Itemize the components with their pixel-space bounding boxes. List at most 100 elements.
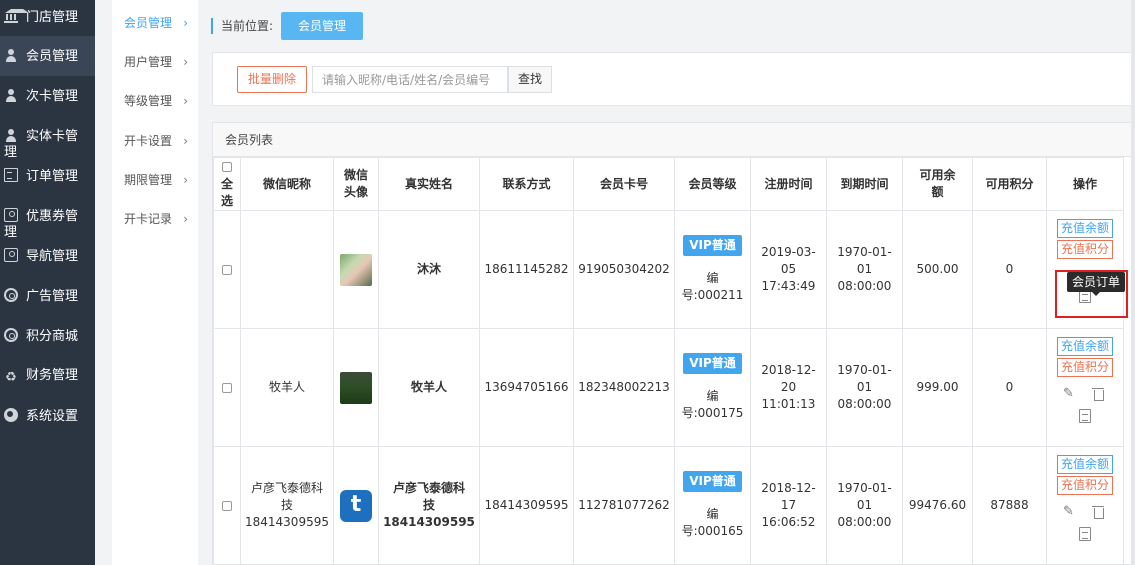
expire-time-part: 01 (856, 380, 873, 394)
cell-points: 87888 (972, 446, 1047, 565)
user-icon (4, 88, 18, 102)
ticket-icon (4, 208, 18, 222)
row-checkbox[interactable] (222, 382, 232, 393)
expire-time-part: 1970-01- (837, 363, 892, 377)
search-input[interactable] (312, 66, 508, 93)
cell-nickname: 牧羊人 (240, 328, 334, 447)
select-all-header[interactable]: 全 选 (213, 157, 241, 211)
expire-time-part: 01 (856, 498, 873, 512)
sidebar-item-label: 会员管理 (26, 49, 79, 64)
expire-time-part: 08:00:00 (837, 279, 892, 293)
member-code-label: 编 (706, 271, 719, 285)
header-expire-time: 到期时间 (826, 157, 903, 211)
document-icon (4, 168, 18, 182)
subnav-item-label: 期限管理 (124, 173, 173, 187)
cell-phone: 13694705166 (479, 328, 574, 447)
subnav-item-card-settings[interactable]: 开卡设置 › (112, 134, 198, 148)
sidebar-item-label: 系统设置 (26, 409, 79, 424)
subnav-item-term-management[interactable]: 期限管理 › (112, 173, 198, 187)
sidebar-item-label: 门店管理 (26, 10, 79, 25)
header-avatar: 微信 头像 (333, 157, 379, 211)
header-label: 微信 (343, 168, 368, 182)
sidebar-item-coupons[interactable]: 优惠券管 理 (0, 208, 95, 241)
recharge-balance-button[interactable]: 充值余额 (1057, 337, 1113, 356)
recharge-points-button[interactable]: 充值积分 (1057, 476, 1113, 495)
member-code-label: 编 (706, 507, 719, 521)
breadcrumb-current[interactable]: 会员管理 (281, 12, 363, 40)
search-panel: 批量删除 查找 (212, 52, 1135, 106)
row-checkbox[interactable] (222, 500, 232, 511)
cell-points: 0 (972, 328, 1047, 447)
edit-icon[interactable] (1063, 503, 1079, 520)
subnav-item-member-management[interactable]: 会员管理 › (112, 16, 198, 30)
gear-icon (4, 408, 18, 422)
recharge-points-button[interactable]: 充值积分 (1057, 358, 1113, 377)
cell-avatar (333, 210, 379, 329)
subnav-item-card-records[interactable]: 开卡记录 › (112, 212, 198, 226)
search-button[interactable]: 查找 (508, 66, 552, 93)
sidebar-item-settings[interactable]: 系统设置 (0, 408, 95, 425)
delete-icon[interactable] (1091, 386, 1107, 402)
member-orders-icon[interactable] (1079, 409, 1091, 423)
reg-time-part: 17 (780, 498, 797, 512)
sidebar-item-label: 导航管理 (26, 249, 79, 264)
header-label: 选 (220, 193, 233, 208)
delete-icon[interactable] (1091, 504, 1107, 520)
header-actions: 操作 (1046, 157, 1124, 211)
sidebar-item-label: 实体卡管 (26, 129, 79, 144)
chevron-right-icon: › (183, 94, 188, 108)
cell-actions: 充值余额 充值积分 (1046, 328, 1124, 447)
sidebar-item-members[interactable]: 会员管理 (0, 36, 95, 76)
table-header-row: 全 选 微信昵称 微信 头像 真实姓名 联系方式 会员卡号 会员等级 注册时间 到… (213, 157, 1124, 211)
cell-level: VIP普通 编 号:000165 (674, 446, 751, 565)
header-card-no: 会员卡号 (573, 157, 675, 211)
bank-icon (4, 9, 29, 23)
recharge-points-button[interactable]: 充值积分 (1057, 240, 1113, 259)
sidebar-item-physical-cards[interactable]: 实体卡管 理 (0, 128, 95, 161)
sidebar-item-label-wrap: 理 (4, 225, 18, 240)
select-all-checkbox[interactable] (222, 162, 232, 172)
cell-reg-time: 2018-12- 17 16:06:52 (750, 446, 827, 565)
member-orders-icon[interactable] (1079, 527, 1091, 541)
sub-navigation: 会员管理 › 用户管理 › 等级管理 › 开卡设置 › 期限管理 › 开卡记录 … (112, 0, 198, 565)
header-reg-time: 注册时间 (750, 157, 827, 211)
cell-points: 0 (972, 210, 1047, 329)
subnav-item-level-management[interactable]: 等级管理 › (112, 94, 198, 108)
header-label: 可用余 (919, 168, 956, 182)
vip-badge: VIP普通 (683, 235, 742, 256)
header-points: 可用积分 (972, 157, 1047, 211)
recharge-balance-button[interactable]: 充值余额 (1057, 455, 1113, 474)
sidebar-item-count-cards[interactable]: 次卡管理 (0, 88, 95, 105)
cell-card-no: 182348002213 (573, 328, 675, 447)
nickname-text: 牧羊人 (268, 380, 305, 394)
cell-card-no: 919050304202 (573, 210, 675, 329)
edit-icon[interactable] (1063, 385, 1079, 402)
scrollbar-track[interactable] (1131, 0, 1135, 565)
sidebar-item-orders[interactable]: 订单管理 (0, 168, 95, 185)
sidebar-item-ads[interactable]: 广告管理 (0, 288, 95, 305)
subnav-item-label: 开卡记录 (124, 212, 173, 226)
batch-delete-button[interactable]: 批量删除 (237, 66, 307, 93)
chevron-right-icon: › (183, 212, 188, 226)
cell-actions: 充值余额 充值积分 (1046, 446, 1124, 565)
reg-time-part: 2019-03- (761, 245, 816, 259)
sidebar-item-finance[interactable]: ♻ 财务管理 (0, 368, 95, 385)
subnav-item-user-management[interactable]: 用户管理 › (112, 55, 198, 69)
sidebar-item-stores[interactable]: 门店管理 (0, 9, 95, 25)
cell-expire-time: 1970-01- 01 08:00:00 (826, 210, 903, 329)
member-code-value: 号:000211 (681, 288, 744, 302)
row-icon-group (1047, 503, 1123, 521)
sidebar-item-label-wrap: 理 (4, 145, 18, 160)
row-checkbox[interactable] (222, 264, 232, 275)
expire-time-part: 01 (856, 262, 873, 276)
list-title: 会员列表 (213, 123, 1135, 157)
cell-expire-time: 1970-01- 01 08:00:00 (826, 328, 903, 447)
header-label: 额 (931, 185, 944, 199)
breadcrumb: 当前位置: (211, 18, 273, 34)
cell-balance: 500.00 (902, 210, 973, 329)
breadcrumb-label: 当前位置: (221, 19, 274, 33)
vip-badge: VIP普通 (683, 471, 742, 492)
sidebar-item-points-mall[interactable]: 积分商城 (0, 328, 95, 345)
sidebar-item-navigation[interactable]: 导航管理 (0, 248, 95, 265)
recharge-balance-button[interactable]: 充值余额 (1057, 219, 1113, 238)
